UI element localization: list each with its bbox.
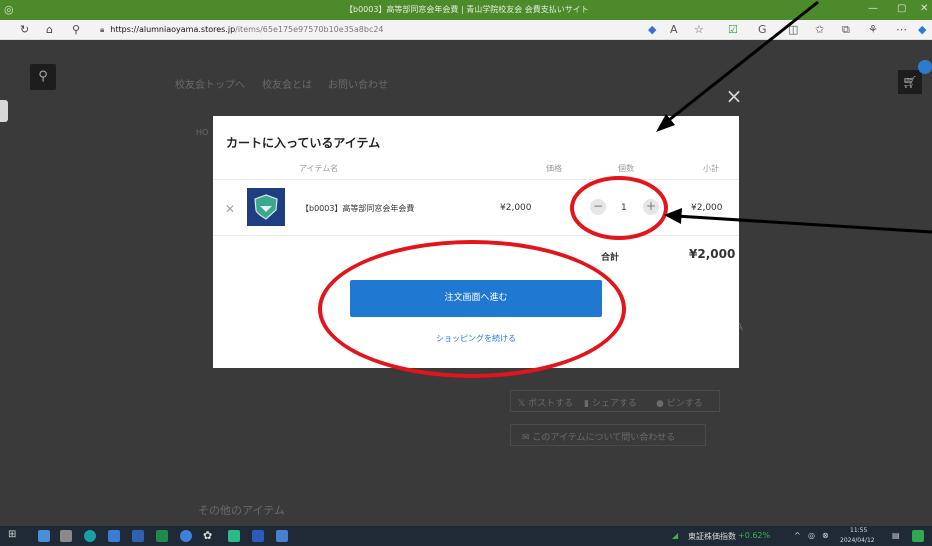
annotation-arrow-modal bbox=[663, 0, 819, 126]
excel-icon[interactable] bbox=[156, 530, 168, 542]
notes-icon[interactable] bbox=[228, 530, 240, 542]
annotation-arrows bbox=[656, 0, 932, 234]
widgets-icon[interactable]: ⊞ bbox=[8, 529, 16, 540]
stock-chart-icon[interactable]: ◢ bbox=[672, 531, 678, 540]
clock-time[interactable]: 11:55 bbox=[850, 527, 867, 534]
tray-app-icon[interactable]: ◎ bbox=[808, 531, 815, 540]
tray-green-app-icon[interactable] bbox=[912, 530, 924, 542]
os-taskbar: ⊞ ✿ ◢ 東証株価指数 +0.62% ^ ◎ ⊗ 11:55 2024/04/… bbox=[0, 526, 932, 546]
photos-icon[interactable] bbox=[276, 530, 288, 542]
edge-browser-icon[interactable] bbox=[84, 530, 96, 542]
stock-widget-label[interactable]: 東証株価指数 bbox=[688, 531, 736, 542]
tray-chevron-icon[interactable]: ^ bbox=[794, 531, 801, 540]
app-icon-people[interactable] bbox=[132, 530, 144, 542]
notification-icon[interactable]: ▤ bbox=[892, 531, 900, 540]
settings-gear-icon[interactable]: ✿ bbox=[203, 529, 212, 542]
word-icon[interactable] bbox=[252, 530, 264, 542]
tray-network-icon[interactable]: ⊗ bbox=[822, 531, 829, 540]
app-icon-blue[interactable] bbox=[108, 530, 120, 542]
annotation-arrow-plus bbox=[675, 214, 932, 234]
file-explorer-icon[interactable] bbox=[38, 530, 50, 542]
clock-date[interactable]: 2024/04/12 bbox=[840, 537, 875, 544]
app-icon-circle[interactable] bbox=[180, 530, 192, 542]
annotation-arrowhead-plus bbox=[664, 208, 682, 224]
pen-tool-icon[interactable] bbox=[60, 530, 72, 542]
stock-widget-change: +0.62% bbox=[738, 531, 771, 540]
